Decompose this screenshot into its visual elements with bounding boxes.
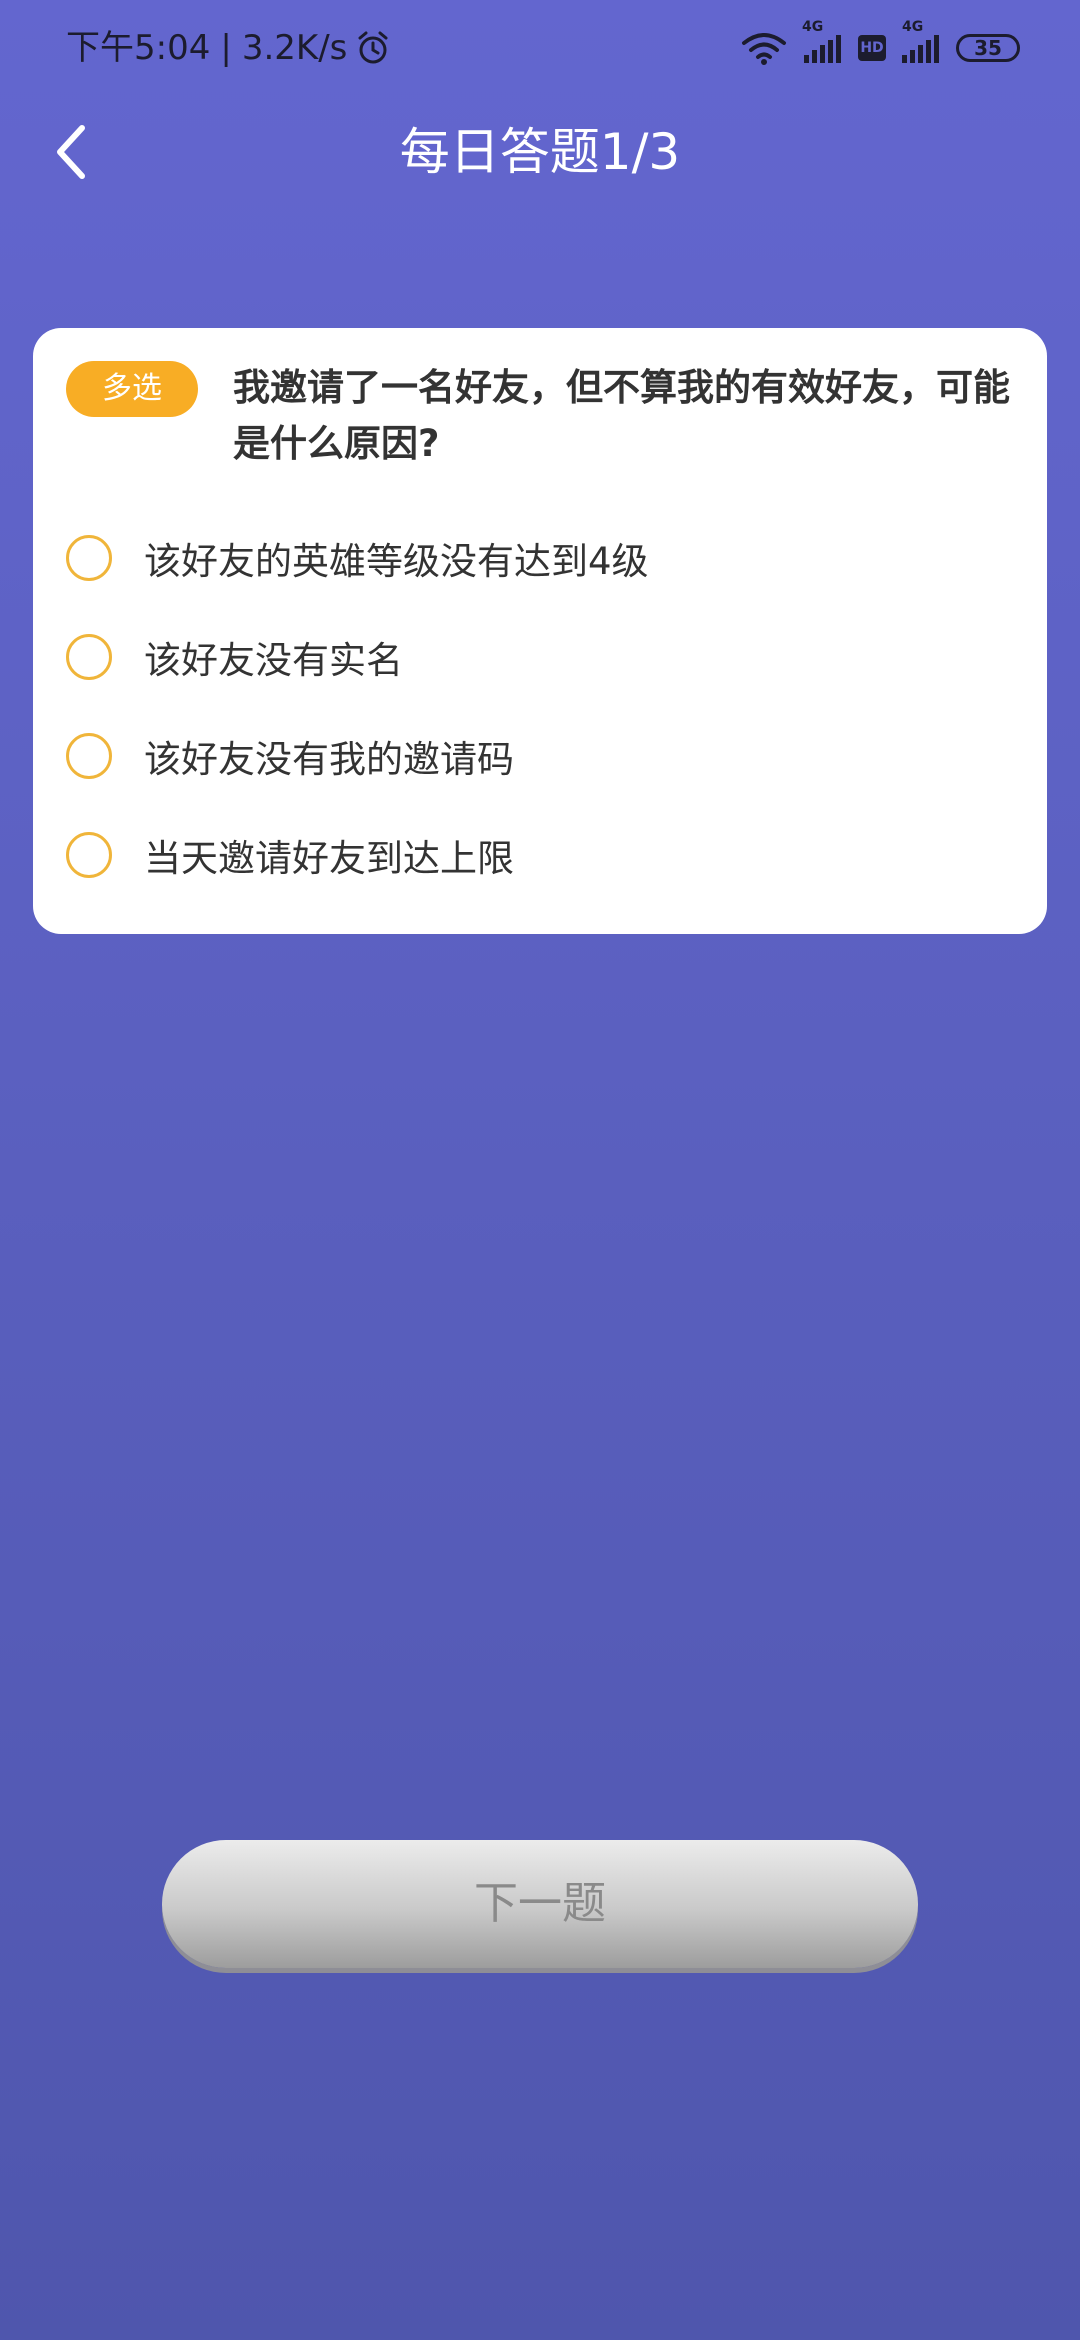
sim1-signal-icon: 4G xyxy=(802,19,844,65)
alarm-clock-icon xyxy=(355,30,391,66)
option-item[interactable]: 该好友没有我的邀请码 xyxy=(66,706,1006,805)
question-type-badge: 多选 xyxy=(66,361,198,417)
battery-level: 35 xyxy=(974,36,1002,60)
option-item[interactable]: 当天邀请好友到达上限 xyxy=(66,805,1006,904)
status-bar: 下午5:04 | 3.2K/s 4G HD 4G 35 xyxy=(0,0,1080,96)
wifi-icon xyxy=(740,31,788,65)
page-title: 每日答题1/3 xyxy=(399,123,681,181)
battery-icon: 35 xyxy=(956,34,1020,62)
question-card: 多选 我邀请了一名好友，但不算我的有效好友，可能是什么原因? 该好友的英雄等级没… xyxy=(33,328,1047,934)
status-time: 下午5:04 xyxy=(66,28,211,68)
option-label: 该好友没有我的邀请码 xyxy=(144,737,514,781)
question-text: 我邀请了一名好友，但不算我的有效好友，可能是什么原因? xyxy=(233,366,1010,465)
radio-circle-icon[interactable] xyxy=(66,633,112,680)
status-left: 下午5:04 | 3.2K/s xyxy=(66,26,391,70)
sim1-network-label: 4G xyxy=(802,19,824,35)
option-item[interactable]: 该好友没有实名 xyxy=(66,607,1006,706)
sim2-signal-icon: 4G xyxy=(900,19,942,65)
hd-voice-icon: HD xyxy=(858,35,886,61)
radio-circle-icon[interactable] xyxy=(66,732,112,779)
sim2-network-label: 4G xyxy=(902,19,924,35)
option-label: 该好友没有实名 xyxy=(144,638,403,682)
network-speed: 3.2K/s xyxy=(241,28,348,68)
option-label: 当天邀请好友到达上限 xyxy=(144,836,514,880)
radio-circle-icon[interactable] xyxy=(66,831,112,878)
next-question-button[interactable]: 下一题 xyxy=(162,1840,918,1968)
status-separator: | xyxy=(220,28,232,68)
options-list: 该好友的英雄等级没有达到4级 该好友没有实名 该好友没有我的邀请码 当天邀请好友… xyxy=(66,508,1006,904)
option-item[interactable]: 该好友的英雄等级没有达到4级 xyxy=(66,508,1006,607)
radio-circle-icon[interactable] xyxy=(66,534,112,581)
status-right: 4G HD 4G 35 xyxy=(740,19,1020,68)
option-label: 该好友的英雄等级没有达到4级 xyxy=(144,539,649,583)
header: 每日答题1/3 xyxy=(0,96,1080,208)
